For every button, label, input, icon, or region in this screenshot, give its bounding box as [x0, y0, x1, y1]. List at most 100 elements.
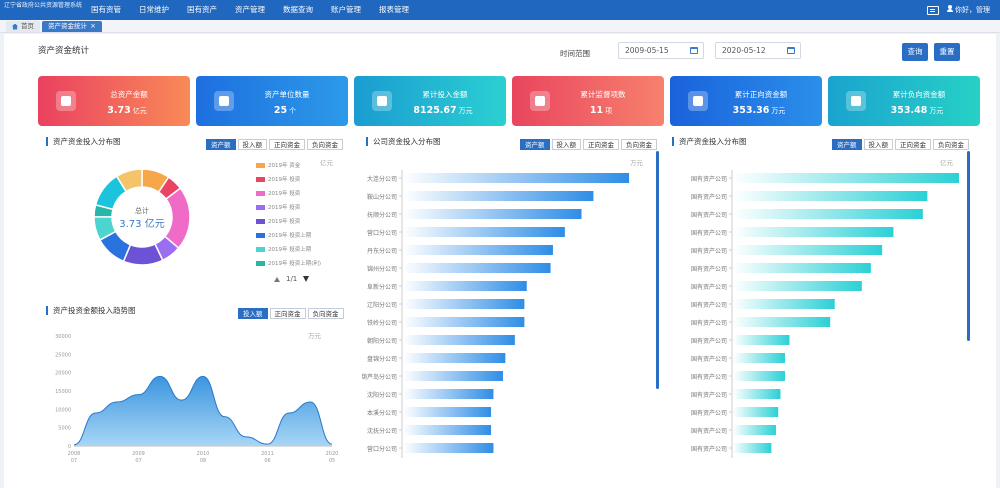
message-icon[interactable]: [927, 5, 939, 15]
nav-item[interactable]: 账户管理: [322, 0, 370, 20]
bar[interactable]: [733, 353, 785, 363]
main-content: 资产资金统计 时间范围 2009-05-15 2020-05-12 查询 重置 …: [4, 34, 996, 488]
bar[interactable]: [733, 173, 959, 183]
bar[interactable]: [403, 245, 553, 255]
page-indicator: 1/1: [286, 275, 298, 283]
bar[interactable]: [403, 227, 565, 237]
tab-asset-amount[interactable]: 资产额: [206, 139, 236, 150]
bar[interactable]: [403, 353, 506, 363]
tab-home[interactable]: 首页: [6, 21, 40, 32]
bar[interactable]: [403, 407, 492, 417]
vertical-scrollbar[interactable]: [656, 151, 659, 389]
calendar-icon[interactable]: [690, 47, 698, 54]
tab-asset-amount[interactable]: 资产额: [520, 139, 550, 150]
tab-investment[interactable]: 投入额: [863, 139, 893, 150]
top-right-tools: 你好，管理: [927, 0, 990, 20]
bar[interactable]: [403, 317, 525, 327]
query-button[interactable]: 查询: [902, 43, 928, 61]
category-label: 营口分公司: [367, 229, 397, 237]
vertical-scrollbar[interactable]: [967, 151, 970, 341]
bar[interactable]: [403, 191, 594, 201]
close-icon[interactable]: ×: [90, 21, 96, 32]
calendar-icon[interactable]: [787, 47, 795, 54]
card-title: 累计负向资金额: [892, 90, 946, 99]
legend-item[interactable]: 2019年 投资上期: [256, 228, 336, 242]
date-from-field[interactable]: 2009-05-15: [618, 42, 704, 59]
tab-negative-fund[interactable]: 负向资金: [621, 139, 657, 150]
bar[interactable]: [403, 443, 494, 453]
tab-negative-fund[interactable]: 负向资金: [307, 139, 343, 150]
tab-positive-fund[interactable]: 正向资金: [269, 308, 306, 319]
bar[interactable]: [733, 227, 894, 237]
category-label: 国有资产公司: [691, 445, 727, 453]
bar[interactable]: [403, 281, 527, 291]
bar[interactable]: [733, 191, 928, 201]
tab-asset-amount[interactable]: 资产额: [832, 139, 862, 150]
legend-item[interactable]: 2019年 投资: [256, 186, 336, 200]
page-down-icon[interactable]: [303, 276, 310, 282]
nav-item[interactable]: 国有资产: [178, 0, 226, 20]
panel-company: 公司资金投入分布图 资产额 投入额 正向资金 负向资金 万元 大连分公司 鞍山分公…: [362, 135, 662, 465]
legend-item[interactable]: 2019年 投资: [256, 200, 336, 214]
legend-item[interactable]: 2019年 投资: [256, 172, 336, 186]
nav-item[interactable]: 数据查询: [274, 0, 322, 20]
date-to-field[interactable]: 2020-05-12: [715, 42, 801, 59]
bar[interactable]: [733, 245, 883, 255]
tab-positive-fund[interactable]: 正向资金: [583, 139, 619, 150]
nav-item[interactable]: 日常维护: [130, 0, 178, 20]
bar[interactable]: [733, 371, 785, 381]
bar[interactable]: [733, 335, 790, 345]
legend-item[interactable]: 2019年 投资上期: [256, 242, 336, 256]
bar[interactable]: [403, 389, 494, 399]
bar[interactable]: [403, 173, 630, 183]
bar[interactable]: [403, 371, 503, 381]
nav-item[interactable]: 资产管理: [226, 0, 274, 20]
bar[interactable]: [403, 209, 582, 219]
legend-item[interactable]: 2019年 资金: [256, 158, 336, 172]
category-label: 国有资产公司: [691, 409, 727, 417]
bar[interactable]: [733, 317, 831, 327]
nav-item[interactable]: 国有资管: [82, 0, 130, 20]
page-up-icon[interactable]: [274, 276, 280, 282]
tab-fund-statistics[interactable]: 资产资金统计 ×: [42, 21, 102, 32]
panel-tabs: 资产额 投入额 正向资金 负向资金: [832, 139, 969, 150]
bar[interactable]: [733, 209, 923, 219]
legend-item[interactable]: 2019年 投资上期(利): [256, 256, 336, 270]
tab-investment[interactable]: 投入额: [238, 308, 268, 319]
bar[interactable]: [733, 389, 781, 399]
reset-button[interactable]: 重置: [934, 43, 960, 61]
bar[interactable]: [403, 425, 492, 435]
legend-item[interactable]: 2019年 投资: [256, 214, 336, 228]
bar[interactable]: [403, 263, 551, 273]
bar[interactable]: [733, 425, 776, 435]
tab-negative-fund[interactable]: 负向资金: [307, 308, 344, 319]
bar[interactable]: [733, 299, 835, 309]
card-title: 累计监督项数: [580, 90, 626, 99]
bar[interactable]: [733, 407, 779, 417]
donut-chart: 总计 3.73 亿元: [93, 168, 191, 266]
bar[interactable]: [733, 281, 862, 291]
category-label: 国有资产公司: [691, 211, 727, 219]
panel-tabs: 投入额 正向资金 负向资金: [238, 308, 344, 319]
bar[interactable]: [733, 443, 772, 453]
tab-positive-fund[interactable]: 正向资金: [895, 139, 931, 150]
nav-item[interactable]: 报表管理: [370, 0, 418, 20]
home-icon: [12, 23, 18, 30]
legend-label: 2019年 投资: [268, 205, 301, 211]
category-label: 沈抚分公司: [367, 427, 397, 435]
panel-right: 资产资金投入分布图 资产额 投入额 正向资金 负向资金 亿元 国有资产公司 国有资…: [668, 135, 978, 465]
y-tick-label: 10000: [55, 407, 71, 413]
legend-label: 2019年 投资: [268, 219, 301, 225]
tab-positive-fund[interactable]: 正向资金: [269, 139, 305, 150]
tab-investment[interactable]: 投入额: [237, 139, 267, 150]
tab-investment[interactable]: 投入额: [551, 139, 581, 150]
category-label: 国有资产公司: [691, 193, 727, 201]
bar[interactable]: [403, 335, 515, 345]
unit-label: 亿元: [940, 159, 953, 167]
bar[interactable]: [403, 299, 525, 309]
tab-negative-fund[interactable]: 负向资金: [933, 139, 969, 150]
user-menu[interactable]: 你好，管理: [947, 5, 990, 15]
bar[interactable]: [733, 263, 871, 273]
category-label: 国有资产公司: [691, 355, 727, 363]
legend-swatch: [256, 232, 265, 238]
